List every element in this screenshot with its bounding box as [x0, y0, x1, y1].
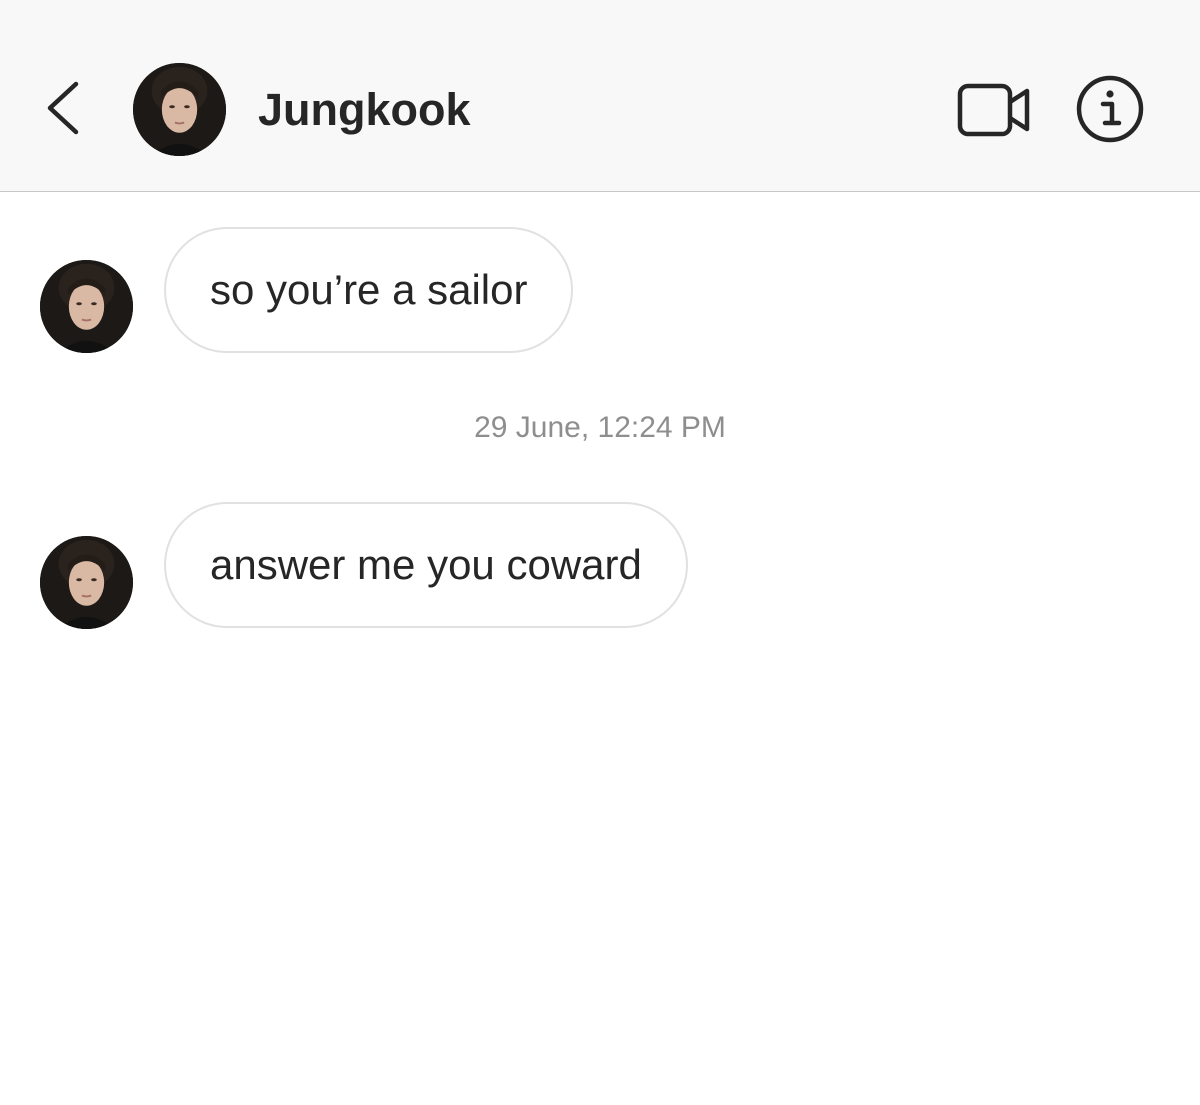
avatar[interactable] [133, 63, 226, 156]
message-bubble[interactable]: answer me you coward [164, 502, 688, 628]
video-call-button[interactable] [955, 80, 1035, 140]
chat-header: Jungkook [0, 0, 1200, 192]
page-title[interactable]: Jungkook [258, 80, 471, 140]
message-text: answer me you coward [210, 541, 642, 588]
chevron-left-icon [47, 81, 79, 135]
info-circle-icon [1076, 75, 1144, 143]
profile-photo [40, 536, 133, 629]
avatar[interactable] [40, 260, 133, 353]
info-button[interactable] [1074, 73, 1146, 145]
profile-photo [40, 260, 133, 353]
back-button[interactable] [36, 70, 92, 146]
avatar[interactable] [40, 536, 133, 629]
profile-photo [133, 63, 226, 156]
timestamp: 29 June, 12:24 PM [474, 411, 726, 444]
video-camera-icon [957, 83, 1030, 137]
message-text: so you’re a sailor [210, 266, 528, 313]
message-bubble[interactable]: so you’re a sailor [164, 227, 574, 353]
